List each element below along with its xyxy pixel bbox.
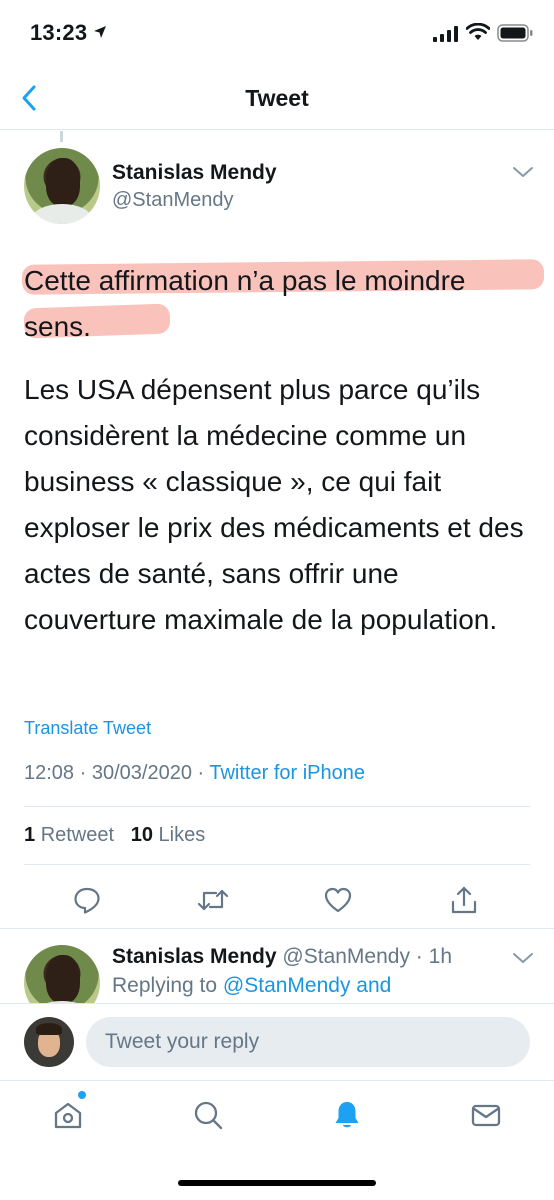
- tweet-paragraph: Cette affirmation n’a pas le moindre sen…: [24, 265, 466, 342]
- cellular-signal-icon: [433, 26, 458, 42]
- tweet-source-link[interactable]: Twitter for iPhone: [209, 762, 365, 784]
- reply-input[interactable]: Tweet your reply: [86, 1017, 530, 1067]
- tab-messages[interactable]: [466, 1095, 506, 1135]
- tweet-text: Cette affirmation n’a pas le moindre sen…: [24, 258, 534, 643]
- reply-author-name[interactable]: Stanislas Mendy: [112, 945, 277, 968]
- notifications-icon: [335, 1102, 359, 1128]
- tab-search[interactable]: [188, 1095, 228, 1135]
- retweets-stat[interactable]: 1 Retweet: [24, 824, 114, 846]
- retweet-icon: [197, 889, 229, 911]
- share-icon: [451, 886, 477, 914]
- retweet-label: Retweet: [40, 824, 115, 846]
- author-handle[interactable]: @StanMendy: [112, 189, 233, 212]
- chevron-down-icon[interactable]: [512, 951, 534, 965]
- likes-stat[interactable]: 10 Likes: [131, 824, 206, 846]
- tab-home[interactable]: [48, 1095, 88, 1135]
- tweet-metadata: 12:08 · 30/03/2020 · Twitter for iPhone: [24, 762, 365, 784]
- reply-author-handle: @StanMendy: [282, 945, 410, 968]
- thread-connector-line: [60, 131, 63, 142]
- share-button[interactable]: [444, 880, 484, 920]
- search-icon: [194, 1101, 223, 1130]
- replying-to-mention[interactable]: @StanMendy and: [223, 974, 391, 997]
- tweet-paragraph: Les USA dépensent plus parce qu’ils cons…: [24, 374, 524, 635]
- chevron-down-icon[interactable]: [512, 165, 534, 179]
- retweet-count: 1: [24, 824, 36, 846]
- home-indicator[interactable]: [178, 1180, 376, 1186]
- tweet-time: 12:08: [24, 762, 75, 784]
- tweet-date: 30/03/2020: [91, 762, 192, 784]
- messages-icon: [471, 1104, 501, 1127]
- tweet-actions: [0, 880, 554, 920]
- author-avatar[interactable]: [24, 148, 100, 224]
- author-name[interactable]: Stanislas Mendy: [112, 161, 277, 185]
- heart-icon: [324, 887, 352, 913]
- reply-tweet[interactable]: Stanislas Mendy @StanMendy · 1h Replying…: [0, 929, 554, 1003]
- retweet-button[interactable]: [193, 880, 233, 920]
- new-activity-dot: [78, 1091, 86, 1099]
- location-arrow-icon: [94, 26, 106, 38]
- wifi-icon: [466, 23, 490, 40]
- reply-composer: Tweet your reply: [0, 1003, 554, 1079]
- like-count: 10: [130, 824, 153, 846]
- reply-age: 1h: [428, 945, 452, 968]
- divider: [24, 864, 530, 865]
- status-time: 13:23: [30, 20, 88, 45]
- status-bar: 13:23: [0, 0, 554, 66]
- like-button[interactable]: [318, 880, 358, 920]
- tweet-stats: 1 Retweet 10 Likes: [24, 824, 205, 847]
- divider: [24, 806, 530, 807]
- replying-to-line: Replying to @StanMendy and: [112, 974, 391, 998]
- tab-notifications[interactable]: [327, 1095, 367, 1135]
- reply-author-avatar[interactable]: [24, 945, 100, 1003]
- reply-icon: [74, 887, 100, 914]
- home-icon: [54, 1102, 82, 1129]
- page-title: Tweet: [245, 85, 309, 111]
- like-label: Likes: [158, 824, 206, 846]
- battery-icon: [497, 24, 533, 42]
- reply-author-line: Stanislas Mendy @StanMendy · 1h: [112, 945, 452, 968]
- reply-button[interactable]: [67, 880, 107, 920]
- current-user-avatar[interactable]: [24, 1017, 74, 1067]
- nav-bar: Tweet: [0, 66, 554, 130]
- translate-tweet-link[interactable]: Translate Tweet: [24, 718, 151, 739]
- replying-to-prefix: Replying to: [112, 974, 218, 997]
